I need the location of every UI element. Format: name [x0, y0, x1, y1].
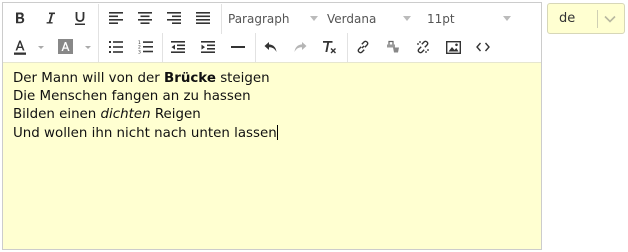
clear-formatting-icon	[322, 40, 337, 54]
italic-button[interactable]	[37, 5, 63, 31]
underline-icon	[73, 11, 87, 26]
select-divider	[597, 10, 598, 28]
chevron-down-icon	[603, 12, 617, 26]
font-family-value: Verdana	[327, 12, 377, 26]
bullet-list-button[interactable]	[103, 34, 129, 60]
indent-button[interactable]	[195, 34, 221, 60]
bold-button[interactable]	[7, 5, 33, 31]
chevron-down-icon	[503, 16, 511, 21]
horizontal-rule-icon	[231, 45, 245, 49]
text-cursor	[276, 124, 278, 140]
horizontal-rule-button[interactable]	[225, 34, 251, 60]
toolbar-separator	[221, 4, 222, 34]
text-line-2: Die Menschen fangen an zu hassen	[13, 89, 251, 105]
indent-icon	[201, 41, 215, 53]
toolbar-separator	[98, 33, 99, 63]
chevron-down-icon	[403, 16, 411, 21]
bold-icon	[13, 11, 27, 25]
toolbar-separator	[98, 4, 99, 34]
clear-formatting-button[interactable]	[316, 34, 342, 60]
numbered-list-icon: 123	[138, 40, 153, 54]
text-line-3-after: Reigen	[150, 107, 201, 123]
insert-image-button[interactable]	[440, 34, 466, 60]
font-size-value: 11pt	[427, 12, 455, 26]
toolbar-separator	[255, 33, 256, 63]
outdent-icon	[171, 41, 185, 53]
language-value: de	[559, 11, 576, 26]
unlink-button[interactable]	[410, 34, 436, 60]
code-icon	[476, 42, 490, 52]
align-left-icon	[109, 12, 123, 24]
undo-icon	[264, 41, 278, 53]
link-icon	[356, 40, 370, 54]
toolbar-row-1: Paragraph Verdana 11pt	[3, 4, 541, 34]
align-center-icon	[138, 12, 152, 24]
text-line-4-text: Und wollen ihn nicht nach unten lassen	[13, 125, 277, 141]
underline-button[interactable]	[67, 5, 93, 31]
text-color-button[interactable]	[7, 34, 49, 60]
svg-text:3: 3	[138, 49, 141, 54]
align-left-button[interactable]	[103, 5, 129, 31]
bullet-list-icon	[109, 41, 123, 53]
text-line-1-before: Der Mann will von der	[13, 71, 165, 86]
anchor-icon	[385, 40, 401, 54]
undo-button[interactable]	[258, 34, 284, 60]
outdent-button[interactable]	[165, 34, 191, 60]
text-line-1-after: steigen	[215, 71, 270, 86]
insert-link-button[interactable]	[350, 34, 376, 60]
text-line-4: Und wollen ihn nicht nach unten lassen	[13, 124, 531, 143]
anchor-button[interactable]	[380, 34, 406, 60]
unlink-icon	[416, 40, 430, 54]
text-line-1: Der Mann will von der Brücke steigen	[13, 70, 531, 88]
align-right-icon	[167, 12, 181, 24]
background-color-icon	[58, 39, 92, 55]
rich-text-editor: Paragraph Verdana 11pt 1 2 3 Der Mann wi…	[2, 2, 542, 250]
align-justify-button[interactable]	[190, 5, 216, 31]
editor-content-area[interactable]: Der Mann will von der Brücke steigen Die…	[3, 62, 541, 249]
text-line-3-before: Bilden einen	[13, 107, 101, 123]
text-color-icon	[13, 39, 45, 55]
bold-text: Brücke	[164, 71, 216, 86]
italic-text: dichten	[100, 107, 151, 123]
language-select[interactable]: de	[547, 3, 625, 34]
align-right-button[interactable]	[161, 5, 187, 31]
source-code-button[interactable]	[470, 34, 496, 60]
align-justify-icon	[196, 12, 210, 24]
italic-icon	[43, 11, 57, 25]
align-center-button[interactable]	[132, 5, 158, 31]
format-block-value: Paragraph	[228, 12, 290, 26]
editor-toolbar: Paragraph Verdana 11pt 1 2 3	[3, 3, 541, 63]
chevron-down-icon	[310, 16, 318, 21]
numbered-list-button[interactable]: 123	[132, 34, 158, 60]
toolbar-separator	[162, 33, 163, 63]
background-color-button[interactable]	[53, 34, 95, 60]
font-size-select[interactable]: 11pt	[427, 8, 511, 30]
toolbar-separator	[347, 33, 348, 63]
text-line-3: Bilden einen dichten Reigen	[13, 106, 531, 124]
format-block-select[interactable]: Paragraph	[228, 8, 318, 30]
redo-icon	[293, 41, 307, 53]
redo-button[interactable]	[287, 34, 313, 60]
font-family-select[interactable]: Verdana	[327, 8, 411, 30]
image-icon	[445, 40, 461, 54]
toolbar-row-2: 123	[3, 33, 541, 63]
